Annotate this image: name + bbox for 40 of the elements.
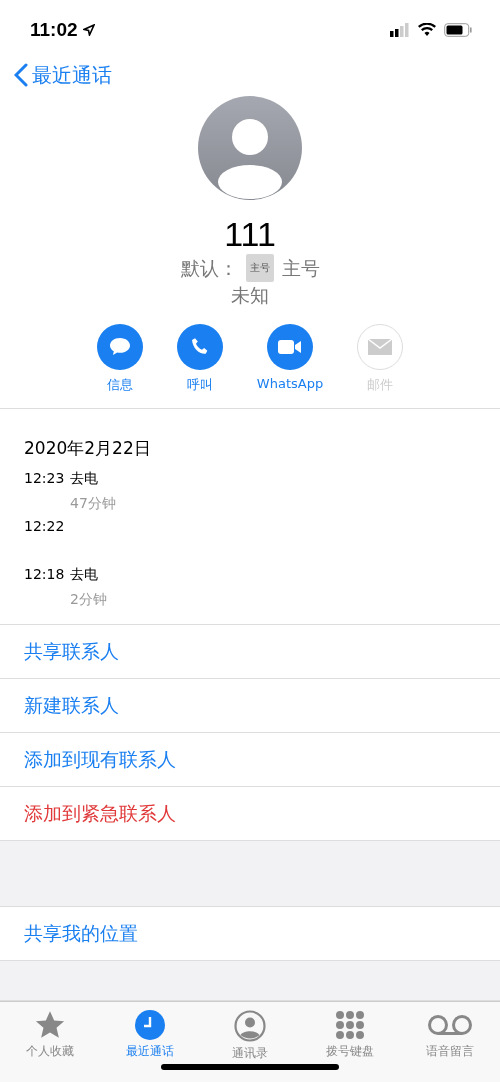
star-icon <box>34 1010 66 1040</box>
tab-button[interactable]: 语音留言 <box>415 1010 485 1060</box>
tab-button[interactable]: 拨号键盘 <box>315 1010 385 1060</box>
option-link[interactable]: 添加到紧急联系人 <box>24 800 176 827</box>
battery-icon <box>444 23 472 37</box>
call-time: 12:18 <box>24 566 66 584</box>
option-link[interactable]: 共享联系人 <box>24 638 119 665</box>
chevron-left-icon <box>14 63 28 87</box>
call-duration: 2分钟 <box>70 591 108 609</box>
person-circle-icon <box>234 1010 266 1042</box>
option-link[interactable]: 添加到现有联系人 <box>24 746 176 773</box>
location-arrow-icon <box>82 24 95 36</box>
call-time: 12:23 <box>24 470 66 488</box>
default-label: 默认： <box>180 256 238 281</box>
location-text: 未知 <box>231 283 269 308</box>
number-tag: 主号 <box>245 254 274 282</box>
envelope-icon <box>367 338 394 356</box>
action-button[interactable]: WhatsApp <box>256 324 324 394</box>
call-type: 去电 <box>70 566 99 584</box>
call-time: 12:22 <box>24 518 66 536</box>
keypad-icon <box>335 1010 365 1040</box>
call-date: 2020年2月22日 <box>24 437 152 460</box>
number-label: 主号 <box>281 256 320 281</box>
contact-name: 111 <box>224 214 276 254</box>
tab-button[interactable]: 个人收藏 <box>15 1010 85 1060</box>
wifi-icon <box>418 23 436 37</box>
clock-icon <box>135 1010 165 1040</box>
call-type: 去电 <box>70 470 99 488</box>
tab-button[interactable]: 通讯录 <box>215 1010 285 1060</box>
voicemail-icon <box>427 1014 473 1036</box>
speech-bubble-icon <box>107 336 132 358</box>
call-duration: 47分钟 <box>70 495 117 513</box>
avatar-silhouette-icon <box>198 96 302 200</box>
option-link[interactable]: 新建联系人 <box>24 692 119 719</box>
video-camera-icon <box>277 338 303 356</box>
status-time: 11:02 <box>30 19 78 41</box>
back-link[interactable]: 最近通话 <box>14 61 112 89</box>
tab-button[interactable]: 最近通话 <box>115 1010 185 1060</box>
signal-icon <box>390 23 410 37</box>
option-link[interactable]: 共享我的位置 <box>24 920 138 947</box>
